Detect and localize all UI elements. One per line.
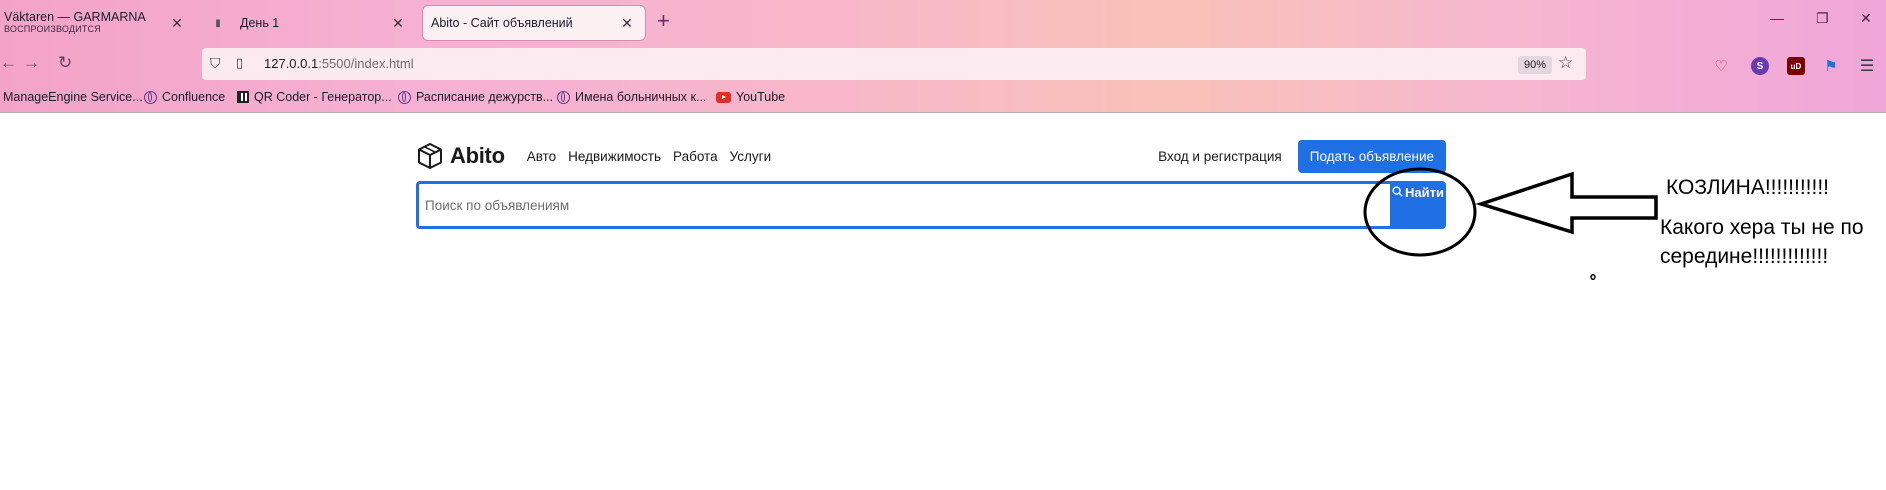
menu-hamburger-icon[interactable]: ☰	[1858, 57, 1876, 75]
logo-text: Abito	[450, 143, 505, 168]
bookmark-label: YouTube	[736, 90, 786, 104]
youtube-icon	[716, 91, 731, 103]
site-logo[interactable]: Abito	[416, 142, 505, 170]
site-header: Abito Авто Недвижимость Работа Услуги Вх…	[416, 139, 1446, 173]
bookmark-manageengine[interactable]: ManageEngine Service...	[3, 90, 143, 104]
nav-link-jobs[interactable]: Работа	[673, 149, 718, 164]
post-ad-button[interactable]: Подать объявление	[1297, 139, 1446, 173]
bookmark-label: Имена больничных к...	[575, 90, 707, 104]
bookmark-confluence[interactable]: Confluence	[144, 90, 225, 104]
globe-icon	[398, 90, 411, 104]
tab-title: Väktaren — GARMARNA	[4, 10, 146, 24]
search-form: Найти	[416, 181, 1446, 229]
bookmark-star-icon[interactable]: ☆	[1558, 53, 1573, 73]
window-close-icon[interactable]: ✕	[1860, 10, 1872, 27]
vpn-icon[interactable]: ⚑	[1822, 57, 1840, 75]
search-input[interactable]	[416, 181, 1394, 229]
page-viewport: Abito Авто Недвижимость Работа Услуги Вх…	[0, 113, 1886, 490]
tab-bar: Väktaren — GARMARNA ВОСПРОИЗВОДИТСЯ ✕ ▮ …	[0, 0, 1886, 44]
tab-day-1[interactable]: ▮ День 1 ✕	[198, 6, 416, 40]
bookmarks-toolbar: ManageEngine Service... Confluence QR Co…	[0, 84, 1886, 112]
close-icon[interactable]: ✕	[619, 15, 635, 32]
close-icon[interactable]: ✕	[169, 15, 185, 32]
search-button[interactable]: Найти	[1390, 181, 1446, 229]
globe-icon	[557, 90, 570, 104]
qr-icon	[237, 91, 249, 103]
tab-abito-active[interactable]: Abito - Сайт объявлений ✕	[423, 6, 645, 40]
close-icon[interactable]: ✕	[390, 15, 406, 32]
tab-music[interactable]: Väktaren — GARMARNA ВОСПРОИЗВОДИТСЯ ✕	[0, 6, 195, 40]
bookmark-youtube[interactable]: YouTube	[716, 90, 785, 104]
bookmark-qr-coder[interactable]: QR Coder - Генератор...	[237, 90, 392, 104]
browser-chrome: Väktaren — GARMARNA ВОСПРОИЗВОДИТСЯ ✕ ▮ …	[0, 0, 1886, 112]
page-info-icon[interactable]: ▯	[236, 55, 243, 71]
tracking-shield-icon[interactable]: ⛉	[210, 55, 221, 72]
bookmark-schedule[interactable]: Расписание дежурств...	[398, 90, 553, 104]
nav-link-services[interactable]: Услуги	[730, 149, 772, 164]
profile-s-icon[interactable]: S	[1751, 57, 1769, 75]
address-bar[interactable]: ⛉ ▯ 127.0.0.1:5500/index.html 90% ☆	[202, 48, 1586, 80]
tab-title: День 1	[240, 16, 280, 30]
url-path: :5500/index.html	[318, 56, 414, 71]
search-icon	[1392, 186, 1403, 197]
new-tab-plus-icon[interactable]: +	[657, 8, 670, 34]
tab-title-group: Väktaren — GARMARNA ВОСПРОИЗВОДИТСЯ	[0, 11, 146, 35]
globe-icon	[144, 90, 157, 104]
bookmark-label: QR Coder - Генератор...	[254, 90, 392, 104]
nav-link-auto[interactable]: Авто	[527, 149, 556, 164]
ublock-icon[interactable]: uD	[1787, 57, 1805, 75]
url-host: 127.0.0.1	[264, 56, 319, 71]
back-arrow-icon[interactable]: ←	[0, 53, 17, 73]
tab-title: Abito - Сайт объявлений	[431, 16, 573, 30]
restore-icon[interactable]: ❐	[1816, 10, 1829, 27]
bookmark-label: ManageEngine Service...	[3, 90, 143, 104]
zoom-level-badge[interactable]: 90%	[1518, 56, 1553, 74]
bookmark-sick-names[interactable]: Имена больничных к...	[557, 90, 706, 104]
url-text[interactable]: 127.0.0.1:5500/index.html	[264, 56, 414, 71]
navigation-toolbar: ← → ↻ ⛉ ▯ 127.0.0.1:5500/index.html 90% …	[0, 44, 1886, 84]
page-favicon-icon: ▮	[215, 17, 221, 29]
nav-link-real-estate[interactable]: Недвижимость	[568, 149, 661, 164]
tab-playing-status: ВОСПРОИЗВОДИТСЯ	[4, 24, 101, 34]
minimize-icon[interactable]: —	[1770, 10, 1784, 26]
annotation-title: КОЗЛИНА!!!!!!!!!!!	[1666, 176, 1830, 199]
annotation-body: Какого хера ты не по середине!!!!!!!!!!!…	[1660, 216, 1864, 268]
login-register-link[interactable]: Вход и регистрация	[1158, 149, 1282, 164]
box-logo-icon	[418, 143, 442, 169]
bookmark-label: Confluence	[162, 90, 226, 104]
pocket-icon[interactable]: ♡	[1712, 57, 1730, 75]
reload-icon[interactable]: ↻	[58, 53, 72, 73]
bookmark-label: Расписание дежурств...	[416, 90, 554, 104]
search-button-label: Найти	[1405, 185, 1444, 200]
forward-arrow-icon[interactable]: →	[23, 53, 40, 73]
